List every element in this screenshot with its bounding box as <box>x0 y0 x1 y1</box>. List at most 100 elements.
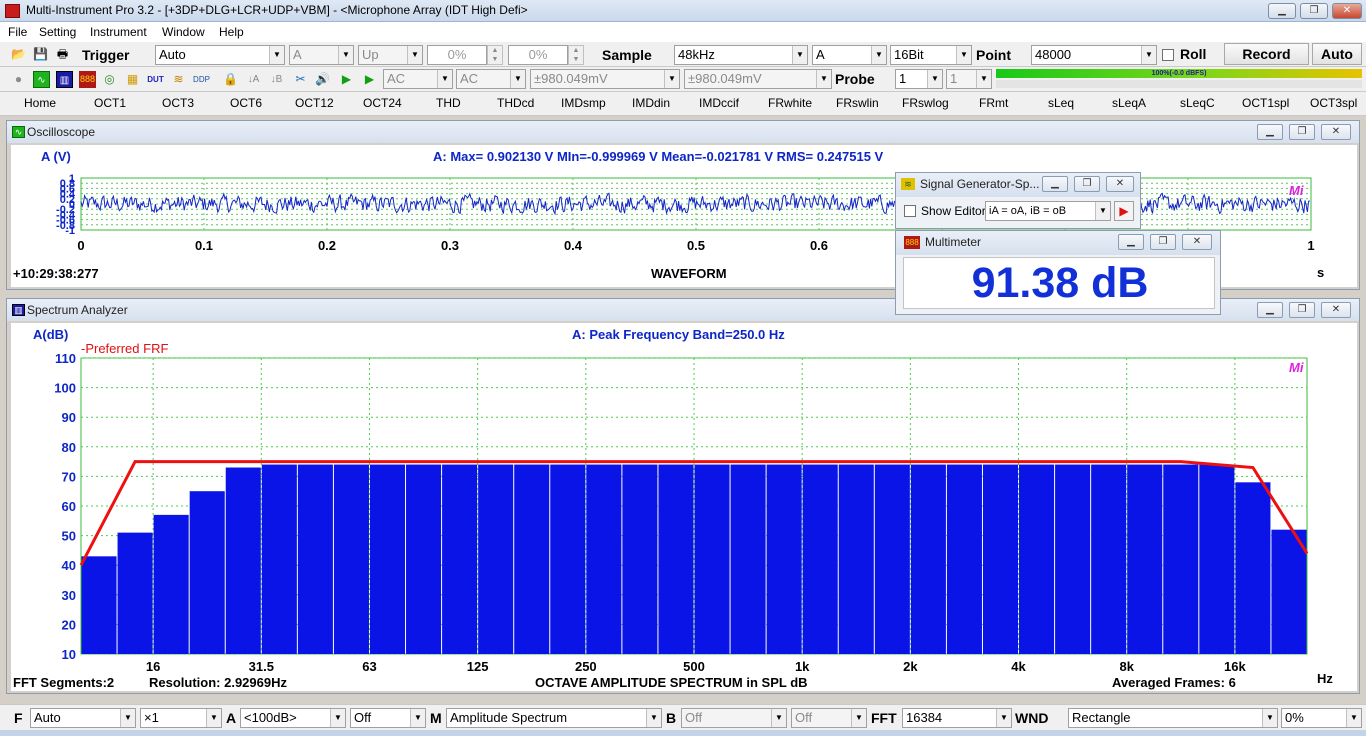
preset-sleqc[interactable]: sLeqC <box>1180 96 1215 110</box>
points-select[interactable]: 48000 ▼ <box>1031 45 1157 65</box>
window-function-select[interactable]: Rectangle ▼ <box>1068 708 1278 728</box>
fft-size-select[interactable]: 16384 ▼ <box>902 708 1012 728</box>
restore-button[interactable]: ❐ <box>1289 124 1315 140</box>
minimize-button[interactable]: ▁ <box>1257 302 1283 318</box>
restore-button[interactable]: ❐ <box>1289 302 1315 318</box>
preset-thd[interactable]: THD <box>436 96 461 110</box>
b-range-select[interactable]: Off ▼ <box>681 708 787 728</box>
toolbar-2: ● ∿ ▥ 888 ◎ ▦ DUT ≋ DDP 🔒 ↓A ↓B ✂ 🔊 ▶ ▶ … <box>0 67 1366 92</box>
save-icon[interactable]: 💾 <box>32 46 49 63</box>
overlap-select[interactable]: 0% ▼ <box>1281 708 1362 728</box>
preset-oct1spl[interactable]: OCT1spl <box>1242 96 1289 110</box>
probe-icon[interactable]: 🔒 <box>222 71 239 88</box>
preset-home[interactable]: Home <box>24 96 56 110</box>
probe-b-select[interactable]: 1 ▼ <box>946 69 992 89</box>
auto-button[interactable]: Auto <box>1312 43 1362 65</box>
close-button[interactable]: ✕ <box>1321 124 1351 140</box>
minimize-button[interactable]: ▁ <box>1042 176 1068 192</box>
preset-frswlin[interactable]: FRswlin <box>836 96 879 110</box>
preset-imddin[interactable]: IMDdin <box>632 96 670 110</box>
preset-thdcd[interactable]: THDcd <box>497 96 534 110</box>
restore-button[interactable]: ❐ <box>1150 234 1176 250</box>
preset-oct3[interactable]: OCT3 <box>162 96 194 110</box>
open-folder-icon[interactable]: 📂 <box>10 46 27 63</box>
probe-a-select[interactable]: 1 ▼ <box>895 69 943 89</box>
menu-window[interactable]: Window <box>162 25 205 39</box>
play-once-icon[interactable]: ▶ <box>361 71 378 88</box>
spectrogram-icon[interactable]: ▦ <box>124 71 141 88</box>
range-a-select[interactable]: ±980.049mV ▼ <box>530 69 680 89</box>
oscilloscope-titlebar[interactable]: ∿ Oscilloscope ▁ ❐ ✕ <box>7 121 1359 143</box>
trigger-mode-select[interactable]: Auto ▼ <box>155 45 285 65</box>
channel-a-icon[interactable]: ↓A <box>245 71 262 88</box>
preset-frwhite[interactable]: FRwhite <box>768 96 812 110</box>
preset-oct6[interactable]: OCT6 <box>230 96 262 110</box>
dut-icon[interactable]: DUT <box>147 71 164 88</box>
close-button[interactable]: ✕ <box>1321 302 1351 318</box>
play-icon[interactable]: ▶ <box>1114 201 1134 221</box>
speaker-icon[interactable]: 🔊 <box>314 71 331 88</box>
pretrigger-field[interactable]: 0% <box>508 45 568 65</box>
record-dot-icon[interactable]: ● <box>10 71 27 88</box>
zoom-value: ×1 <box>144 710 159 725</box>
restore-button[interactable]: ❐ <box>1074 176 1100 192</box>
play-icon[interactable]: ▶ <box>338 71 355 88</box>
coupling-a-select[interactable]: AC ▼ <box>383 69 453 89</box>
spin-arrows-icon[interactable]: ▲ ▼ <box>487 45 503 65</box>
minimize-button[interactable]: ▁ <box>1268 3 1296 19</box>
preset-imdccif[interactable]: IMDccif <box>699 96 739 110</box>
trigger-level-field[interactable]: 0% <box>427 45 487 65</box>
preset-oct24[interactable]: OCT24 <box>363 96 402 110</box>
menu-help[interactable]: Help <box>219 25 244 39</box>
sample-rate-select[interactable]: 48kHz ▼ <box>674 45 808 65</box>
preset-frswlog[interactable]: FRswlog <box>902 96 949 110</box>
range-b-select[interactable]: ±980.049mV ▼ <box>684 69 832 89</box>
show-editor-checkbox[interactable] <box>904 205 916 217</box>
record-button[interactable]: Record <box>1224 43 1309 65</box>
b-offset-select[interactable]: Off ▼ <box>791 708 867 728</box>
spectrum-icon[interactable]: ▥ <box>56 71 73 88</box>
preset-oct1[interactable]: OCT1 <box>94 96 126 110</box>
signal-generator-titlebar[interactable]: ≋ Signal Generator-Sp... ▁ ❐ ✕ <box>896 173 1140 197</box>
a-offset-select[interactable]: Off ▼ <box>350 708 426 728</box>
channel-map-select[interactable]: iA = oA, iB = oB ▼ <box>985 201 1111 221</box>
menu-instrument[interactable]: Instrument <box>90 25 147 39</box>
bit-depth-select[interactable]: 16Bit ▼ <box>890 45 972 65</box>
minimize-button[interactable]: ▁ <box>1257 124 1283 140</box>
multimeter-titlebar[interactable]: 888 Multimeter ▁ ❐ ✕ <box>896 231 1220 255</box>
close-button[interactable]: ✕ <box>1106 176 1134 192</box>
trigger-edge-select[interactable]: Up ▼ <box>358 45 423 65</box>
ddp-icon[interactable]: DDP <box>193 71 210 88</box>
preset-oct12[interactable]: OCT12 <box>295 96 334 110</box>
minimize-button[interactable]: ▁ <box>1118 234 1144 250</box>
phase-plot-icon[interactable]: ◎ <box>101 71 118 88</box>
print-icon[interactable]: 🖶 <box>54 46 71 63</box>
input-channel-select[interactable]: A ▼ <box>812 45 887 65</box>
a-range-select[interactable]: <100dB> ▼ <box>240 708 346 728</box>
menu-file[interactable]: File <box>8 25 27 39</box>
preset-frmt[interactable]: FRmt <box>979 96 1008 110</box>
preset-imdsmp[interactable]: IMDsmp <box>561 96 606 110</box>
close-button[interactable]: ✕ <box>1332 3 1362 19</box>
maximize-button[interactable]: ❐ <box>1300 3 1328 19</box>
spin-arrows-icon[interactable]: ▲ ▼ <box>568 45 584 65</box>
roll-checkbox[interactable] <box>1162 49 1174 61</box>
coupling-b-select[interactable]: AC ▼ <box>456 69 526 89</box>
chevron-down-icon: ▼ <box>851 709 866 727</box>
settings-tool-icon[interactable]: ✂ <box>292 71 309 88</box>
trigger-channel-select[interactable]: A ▼ <box>289 45 354 65</box>
measurement-mode-select[interactable]: Amplitude Spectrum ▼ <box>446 708 662 728</box>
generator-icon[interactable]: ≋ <box>170 71 187 88</box>
multimeter-icon[interactable]: 888 <box>79 71 96 88</box>
channel-b-icon[interactable]: ↓B <box>268 71 285 88</box>
preset-oct3spl[interactable]: OCT3spl <box>1310 96 1357 110</box>
close-button[interactable]: ✕ <box>1182 234 1212 250</box>
preset-sleq[interactable]: sLeq <box>1048 96 1074 110</box>
menu-setting[interactable]: Setting <box>39 25 76 39</box>
spectrum-bar <box>910 464 946 654</box>
frequency-scale-select[interactable]: Auto ▼ <box>30 708 136 728</box>
chevron-down-icon: ▼ <box>816 70 831 88</box>
oscilloscope-icon[interactable]: ∿ <box>33 71 50 88</box>
zoom-select[interactable]: ×1 ▼ <box>140 708 222 728</box>
preset-sleqa[interactable]: sLeqA <box>1112 96 1146 110</box>
